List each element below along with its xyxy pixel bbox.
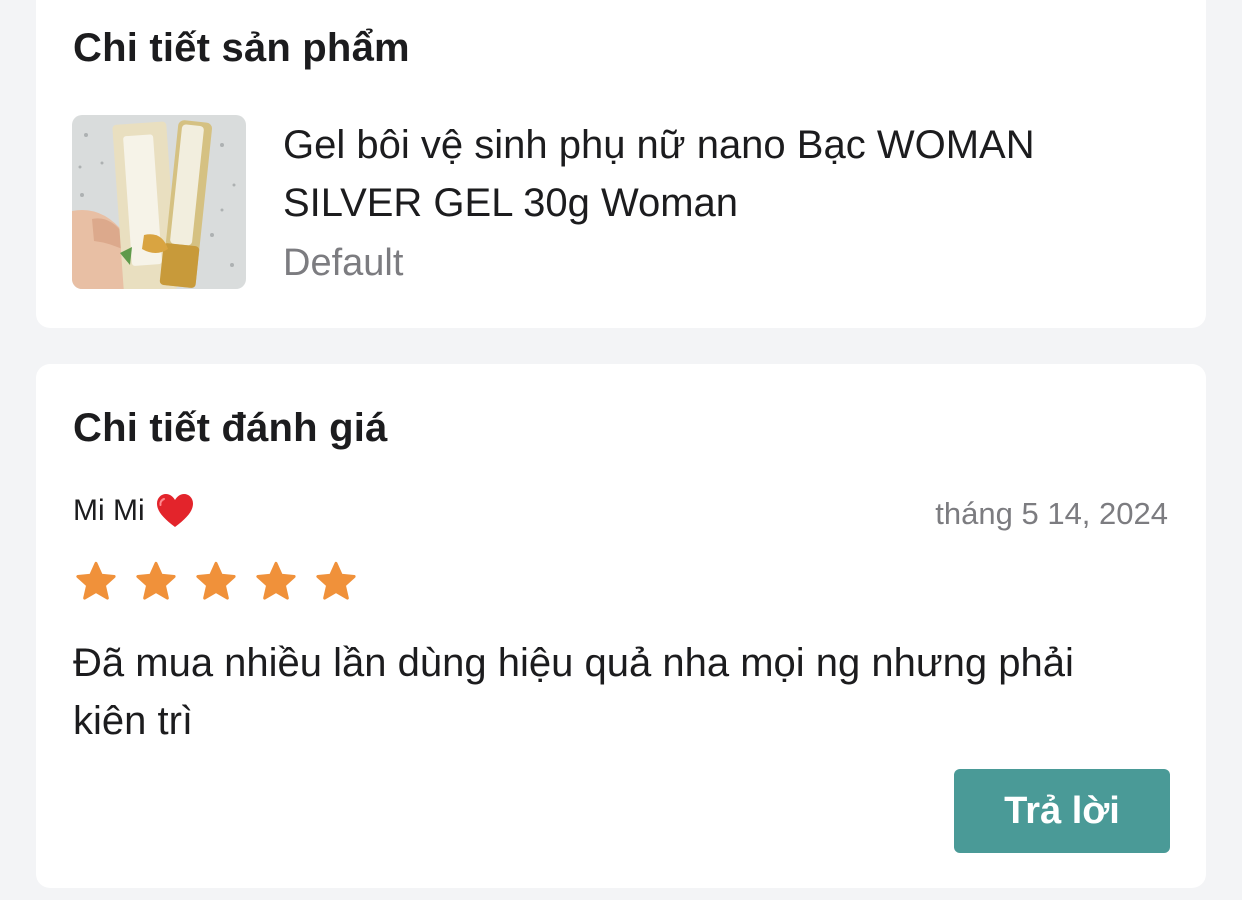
product-thumbnail[interactable] (72, 115, 246, 289)
product-variant: Default (283, 242, 404, 284)
reviewer-name: Mi Mi (73, 494, 145, 527)
star-icon (256, 561, 296, 600)
heart-icon (155, 492, 195, 530)
review-text: Đã mua nhiều lần dùng hiệu quả nha mọi n… (73, 641, 1074, 743)
product-name[interactable]: Gel bôi vệ sinh phụ nữ nano Bạc WOMAN SI… (283, 116, 1163, 232)
star-icon (196, 561, 236, 600)
star-rating (74, 560, 358, 604)
product-detail-card: Chi tiết sản phẩm Gel bôi vệ sinh phụ nữ… (36, 0, 1206, 328)
star-icon (316, 561, 356, 600)
review-date: tháng 5 14, 2024 (935, 496, 1168, 531)
review-detail-card: Chi tiết đánh giá Mi Mi tháng 5 14, 2024… (36, 364, 1206, 888)
star-icon (136, 561, 176, 600)
reviewer-row: Mi Mi (73, 492, 195, 530)
reply-button[interactable]: Trả lời (954, 769, 1170, 853)
review-section-title: Chi tiết đánh giá (73, 406, 388, 450)
star-icon (76, 561, 116, 600)
product-section-title: Chi tiết sản phẩm (73, 26, 410, 70)
